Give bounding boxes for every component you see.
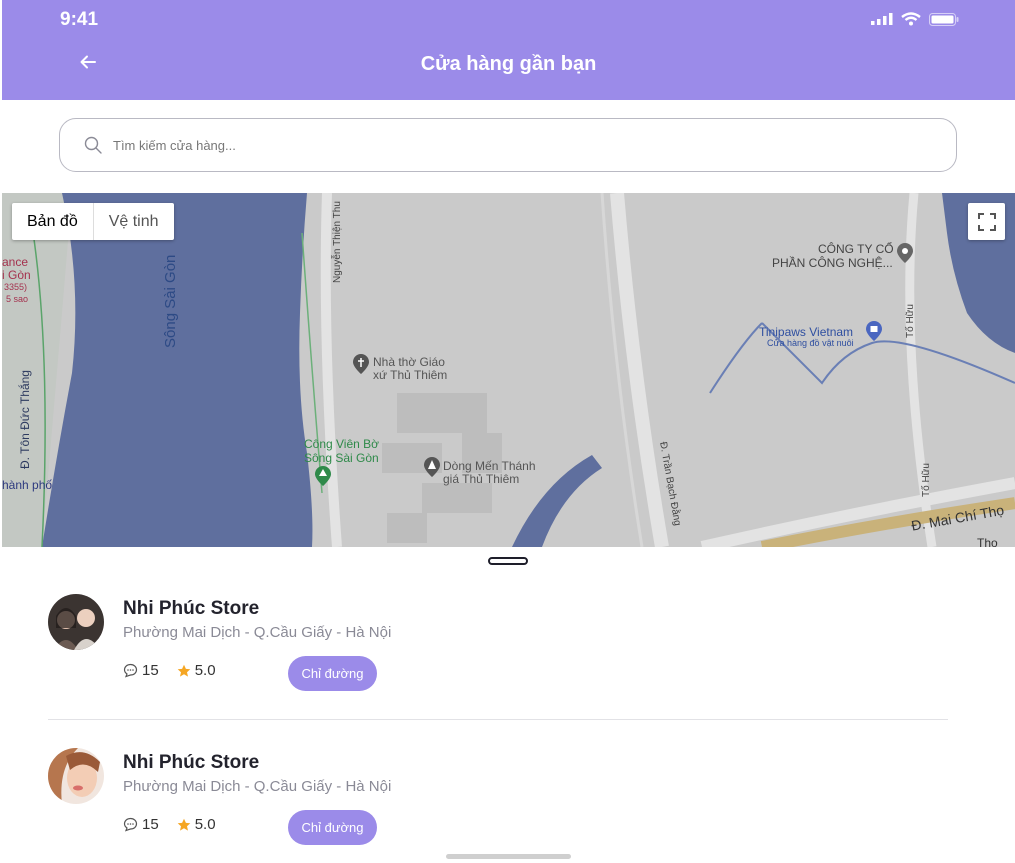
shop-pin-icon — [866, 321, 882, 341]
map-label: Nguyễn Thiện Thu — [332, 201, 343, 283]
comment-count-value: 15 — [142, 662, 159, 679]
map-label: Công Viên Bờ — [304, 437, 380, 451]
park-pin-icon — [315, 466, 331, 486]
place-pin-icon — [424, 457, 440, 477]
place-pin-icon — [897, 243, 913, 263]
rating-value: 5.0 — [194, 662, 216, 679]
home-indicator — [446, 854, 571, 859]
rating: 5.0 — [177, 816, 216, 833]
comment-icon — [123, 663, 138, 678]
fullscreen-icon — [977, 212, 996, 231]
map-label: PHẦN CÔNG NGHỆ... — [772, 256, 893, 270]
comment-icon — [123, 817, 138, 832]
store-stats: 15 5.0 — [123, 662, 234, 679]
map-view[interactable]: Sông Sài Gòn Nguyễn Thiện Thu Đ. Tôn Đức… — [2, 193, 1015, 547]
signal-icon — [871, 13, 893, 25]
map-label: Cửa hàng đồ vật nuôi — [767, 338, 854, 348]
rating: 5.0 — [177, 662, 216, 679]
comment-count-value: 15 — [142, 816, 159, 833]
store-item[interactable]: Nhi Phúc Store Phường Mai Dịch - Q.Cầu G… — [48, 594, 948, 704]
comment-count: 15 — [123, 816, 159, 833]
map-label: i Gòn — [2, 268, 31, 282]
search-input[interactable] — [111, 136, 895, 154]
store-item[interactable]: Nhi Phúc Store Phường Mai Dịch - Q.Cầu G… — [48, 748, 948, 858]
map-label: Tố Hữu — [921, 463, 932, 497]
app-header: 9:41 Cửa hàng gần bạn — [2, 0, 1015, 100]
store-name[interactable]: Nhi Phúc Store — [123, 752, 259, 774]
rating-value: 5.0 — [194, 816, 216, 833]
battery-icon — [929, 12, 959, 26]
star-icon — [177, 664, 190, 677]
map-label: Dòng Mến Thánh — [443, 459, 536, 473]
map-tab-map[interactable]: Bản đồ — [12, 203, 94, 240]
page-title: Cửa hàng gần bạn — [420, 53, 597, 75]
place-pin-icon — [353, 354, 369, 374]
map-label: Thọ — [977, 536, 998, 547]
directions-button[interactable]: Chỉ đường — [288, 656, 377, 691]
map-label: Sông Sài Gòn — [162, 254, 179, 348]
status-time: 9:41 — [60, 9, 99, 30]
wifi-icon — [901, 12, 921, 26]
store-avatar — [48, 594, 104, 650]
map-label: Đ. Tôn Đức Thắng — [18, 370, 32, 469]
map-label: xứ Thủ Thiêm — [373, 368, 448, 382]
star-icon — [177, 818, 190, 831]
map-tab-satellite[interactable]: Vệ tinh — [94, 203, 174, 240]
map-label: Sông Sài Gòn — [304, 451, 379, 465]
map-label: Nhà thờ Giáo — [373, 355, 445, 369]
store-stats: 15 5.0 — [123, 816, 234, 833]
map-label: 5 sao — [6, 294, 29, 304]
map-label: 3355) — [4, 282, 28, 292]
search-icon — [84, 136, 102, 154]
sheet-drag-handle[interactable] — [488, 557, 528, 565]
comment-count: 15 — [123, 662, 159, 679]
map-label: Tinipaws Vietnam — [759, 325, 854, 339]
search-bar[interactable] — [59, 118, 957, 172]
map-label: hành phố — [2, 478, 53, 492]
map-label: CÔNG TY CỔ — [818, 242, 894, 256]
fullscreen-button[interactable] — [968, 203, 1005, 240]
store-avatar — [48, 748, 104, 804]
map-label: ance — [2, 255, 29, 269]
status-icons — [871, 12, 959, 26]
store-name[interactable]: Nhi Phúc Store — [123, 598, 259, 620]
directions-button[interactable]: Chỉ đường — [288, 810, 377, 845]
map-label: Tố Hữu — [905, 304, 916, 338]
store-address: Phường Mai Dịch - Q.Cầu Giấy - Hà Nội — [123, 778, 392, 795]
store-address: Phường Mai Dịch - Q.Cầu Giấy - Hà Nội — [123, 624, 392, 641]
map-label: giá Thủ Thiêm — [443, 472, 520, 486]
divider — [48, 719, 948, 720]
map-type-toggle: Bản đồ Vệ tinh — [12, 203, 174, 240]
